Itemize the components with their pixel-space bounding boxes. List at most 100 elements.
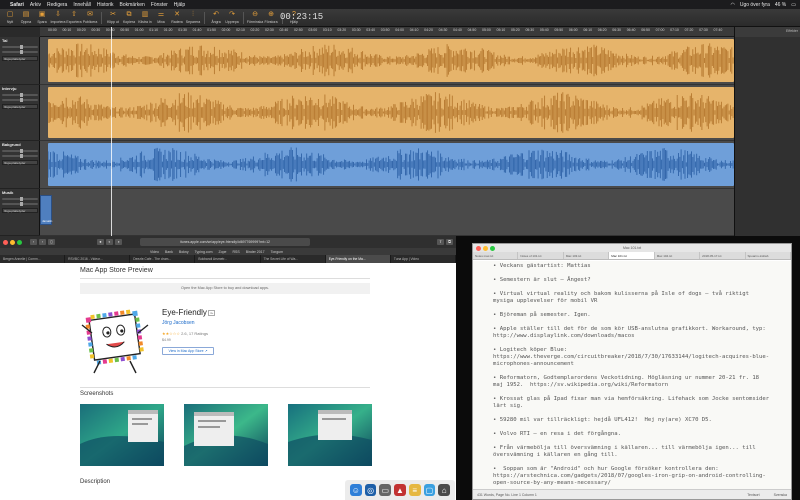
pan-slider[interactable]: [2, 50, 38, 54]
battery-level[interactable]: 46 %: [775, 2, 786, 8]
safari-tab[interactable]: Deezle.Cafe - The drum...: [130, 255, 196, 263]
address-bar[interactable]: itunes.apple.com/se/app/eye-friendly/id6…: [140, 238, 310, 246]
safari-tab[interactable]: RSVBC 2016 - Videor...: [65, 255, 131, 263]
editor-text-area[interactable]: • Veckans gästartist: Mattias • Semester…: [473, 261, 791, 489]
pan-slider[interactable]: [2, 154, 38, 158]
safari-tab[interactable]: Eye-Friendly on the Ma...: [325, 255, 391, 263]
playhead[interactable]: [111, 27, 112, 236]
display-icon[interactable]: ▢: [423, 484, 436, 496]
add-effects-button[interactable]: Ifoga.plattetyder: [2, 160, 38, 165]
track-header[interactable]: Bakgrund Ifoga.plattetyder: [0, 141, 40, 189]
view-in-store-button[interactable]: View in Mac App Store ↗: [162, 347, 214, 355]
music-clip[interactable]: Jamalin: [40, 195, 52, 225]
menu-hjalp[interactable]: Hjälp: [174, 2, 185, 8]
close-window-button[interactable]: [3, 239, 8, 245]
track-header[interactable]: Intervju Ifoga.plattetyder: [0, 85, 40, 141]
trash-icon[interactable]: ⌂: [438, 484, 451, 496]
text-mode[interactable]: Textsort: [747, 493, 759, 497]
toolbar-open-button[interactable]: ▤ Öppna: [19, 11, 33, 24]
ext-icon-2[interactable]: ◐: [106, 239, 113, 245]
screenshot-2[interactable]: [184, 404, 268, 466]
volume-slider[interactable]: [2, 45, 38, 49]
wifi-icon[interactable]: ◠: [730, 2, 734, 8]
audio-clip[interactable]: [48, 87, 734, 138]
ext-icon-1[interactable]: ●: [97, 239, 104, 245]
user-name[interactable]: Ugo över fyra: [740, 2, 770, 8]
bookmark-item[interactable]: Video: [150, 250, 159, 254]
toolbar-save-button[interactable]: ▣ Spara: [35, 11, 49, 24]
editor-tab[interactable]: Notes mac.txt: [473, 252, 519, 259]
pan-slider[interactable]: [2, 202, 38, 206]
bookmark-item[interactable]: Bokny: [179, 250, 189, 254]
volume-slider[interactable]: [2, 197, 38, 201]
sidebar-icon[interactable]: ▯: [48, 239, 55, 245]
editor-tab[interactable]: Mac 103.txt: [564, 252, 610, 259]
volume-slider[interactable]: [2, 149, 38, 153]
toolbar-redo-button[interactable]: ↷ Upprepa: [225, 11, 239, 24]
tabs-icon[interactable]: ⧉: [446, 239, 453, 245]
language-selector[interactable]: Svenska: [774, 493, 787, 497]
safari-tab[interactable]: Bokbandi Arsmetr...: [195, 255, 261, 263]
editor-tab[interactable]: Mac 104.txt: [655, 252, 701, 259]
pan-slider[interactable]: [2, 98, 38, 102]
editor-tab[interactable]: Notes of 101.txt: [518, 252, 564, 259]
volume-slider[interactable]: [2, 93, 38, 97]
editor-tab[interactable]: 2018-05-17.txt: [700, 252, 746, 259]
toolbar-split-button[interactable]: ⫶ Separera: [186, 11, 200, 24]
toolbar-undo-button[interactable]: ↶ Ångra: [209, 11, 223, 24]
forward-icon[interactable]: ›: [39, 239, 46, 245]
menu-innehall[interactable]: Innehåll: [73, 2, 91, 8]
screenshot-3[interactable]: [288, 404, 372, 466]
store-banner[interactable]: Open the Mac App Store to buy and downlo…: [80, 283, 370, 294]
audio-clip[interactable]: [48, 143, 734, 186]
bookmark-item[interactable]: Typing.com: [195, 250, 213, 254]
add-effects-button[interactable]: Ifoga.plattetyder: [2, 56, 38, 61]
safari-tab[interactable]: Bergen Annelie | Comm...: [0, 255, 66, 263]
timeline-ruler[interactable]: 00:0000:1000:2000:3000:4000:5001:0001:10…: [40, 27, 734, 37]
track-header[interactable]: Tal Ifoga.plattetyder: [0, 37, 40, 85]
audio-clip[interactable]: [48, 39, 734, 82]
notes-icon[interactable]: ≡: [408, 484, 421, 496]
track-lane[interactable]: [40, 37, 734, 85]
ext-icon-3[interactable]: ◑: [115, 239, 122, 245]
menu-fonster[interactable]: Fönster: [151, 2, 168, 8]
bookmark-item[interactable]: RSS: [233, 250, 240, 254]
toolbar-zoom-out-button[interactable]: ⊖ Förminska: [247, 11, 263, 24]
track-header[interactable]: Musik Ifoga.plattetyder: [0, 189, 40, 236]
toolbar-copy-button[interactable]: ⧉ Kopiera: [122, 11, 136, 24]
safari-tab[interactable]: Tuna App | Video: [391, 255, 456, 263]
track-lane[interactable]: [40, 85, 734, 141]
menu-historik[interactable]: Historik: [97, 2, 114, 8]
screenshot-1[interactable]: [80, 404, 164, 466]
battery-icon[interactable]: ▭: [791, 2, 796, 8]
track-lane[interactable]: Jamalin: [40, 189, 734, 236]
finder-icon[interactable]: ☺: [350, 484, 362, 496]
editor-tab[interactable]: Mac 101.txt: [609, 252, 655, 259]
back-icon[interactable]: ‹: [30, 239, 37, 245]
bookmark-item[interactable]: Tongum: [271, 250, 283, 254]
terminal-icon[interactable]: ▭: [379, 484, 392, 496]
developer-link[interactable]: Jörg Jacobsen: [162, 320, 195, 326]
menu-redigera[interactable]: Redigera: [47, 2, 67, 8]
safari-tab[interactable]: The Secret Life of Wa...: [261, 255, 326, 263]
toolbar-cut-button[interactable]: ✂ Klipp ut: [106, 11, 120, 24]
track-lane[interactable]: [40, 141, 734, 189]
toolbar-import-button[interactable]: ⇩ Importera: [51, 11, 66, 24]
safari-icon[interactable]: ◎: [364, 484, 377, 496]
toolbar-mix-button[interactable]: ⚌ Mixa: [154, 11, 168, 24]
menu-app-name[interactable]: Safari: [10, 2, 24, 8]
toolbar-export-button[interactable]: ⇧ Exportera: [66, 11, 81, 24]
bookmark-item[interactable]: Binder 2017: [246, 250, 265, 254]
share-icon[interactable]: ⇪: [437, 239, 444, 245]
editor-tab[interactable]: Spoarns-insltab: [746, 252, 791, 259]
toolbar-publish-button[interactable]: ✉ Publicera: [83, 11, 98, 24]
add-effects-button[interactable]: Ifoga.plattetyder: [2, 104, 38, 109]
toolbar-paste-button[interactable]: ▥ Klistra in: [138, 11, 152, 24]
add-effects-button[interactable]: Ifoga.plattetyder: [2, 208, 38, 213]
app-red-icon[interactable]: ▲: [394, 484, 406, 496]
bookmark-item[interactable]: Bank: [165, 250, 173, 254]
toolbar-delete-button[interactable]: ✕ Radera: [170, 11, 184, 24]
minimize-window-button[interactable]: [10, 239, 15, 245]
toolbar-new-button[interactable]: ▢ Nytt: [3, 11, 17, 24]
zoom-window-button[interactable]: [17, 239, 22, 245]
